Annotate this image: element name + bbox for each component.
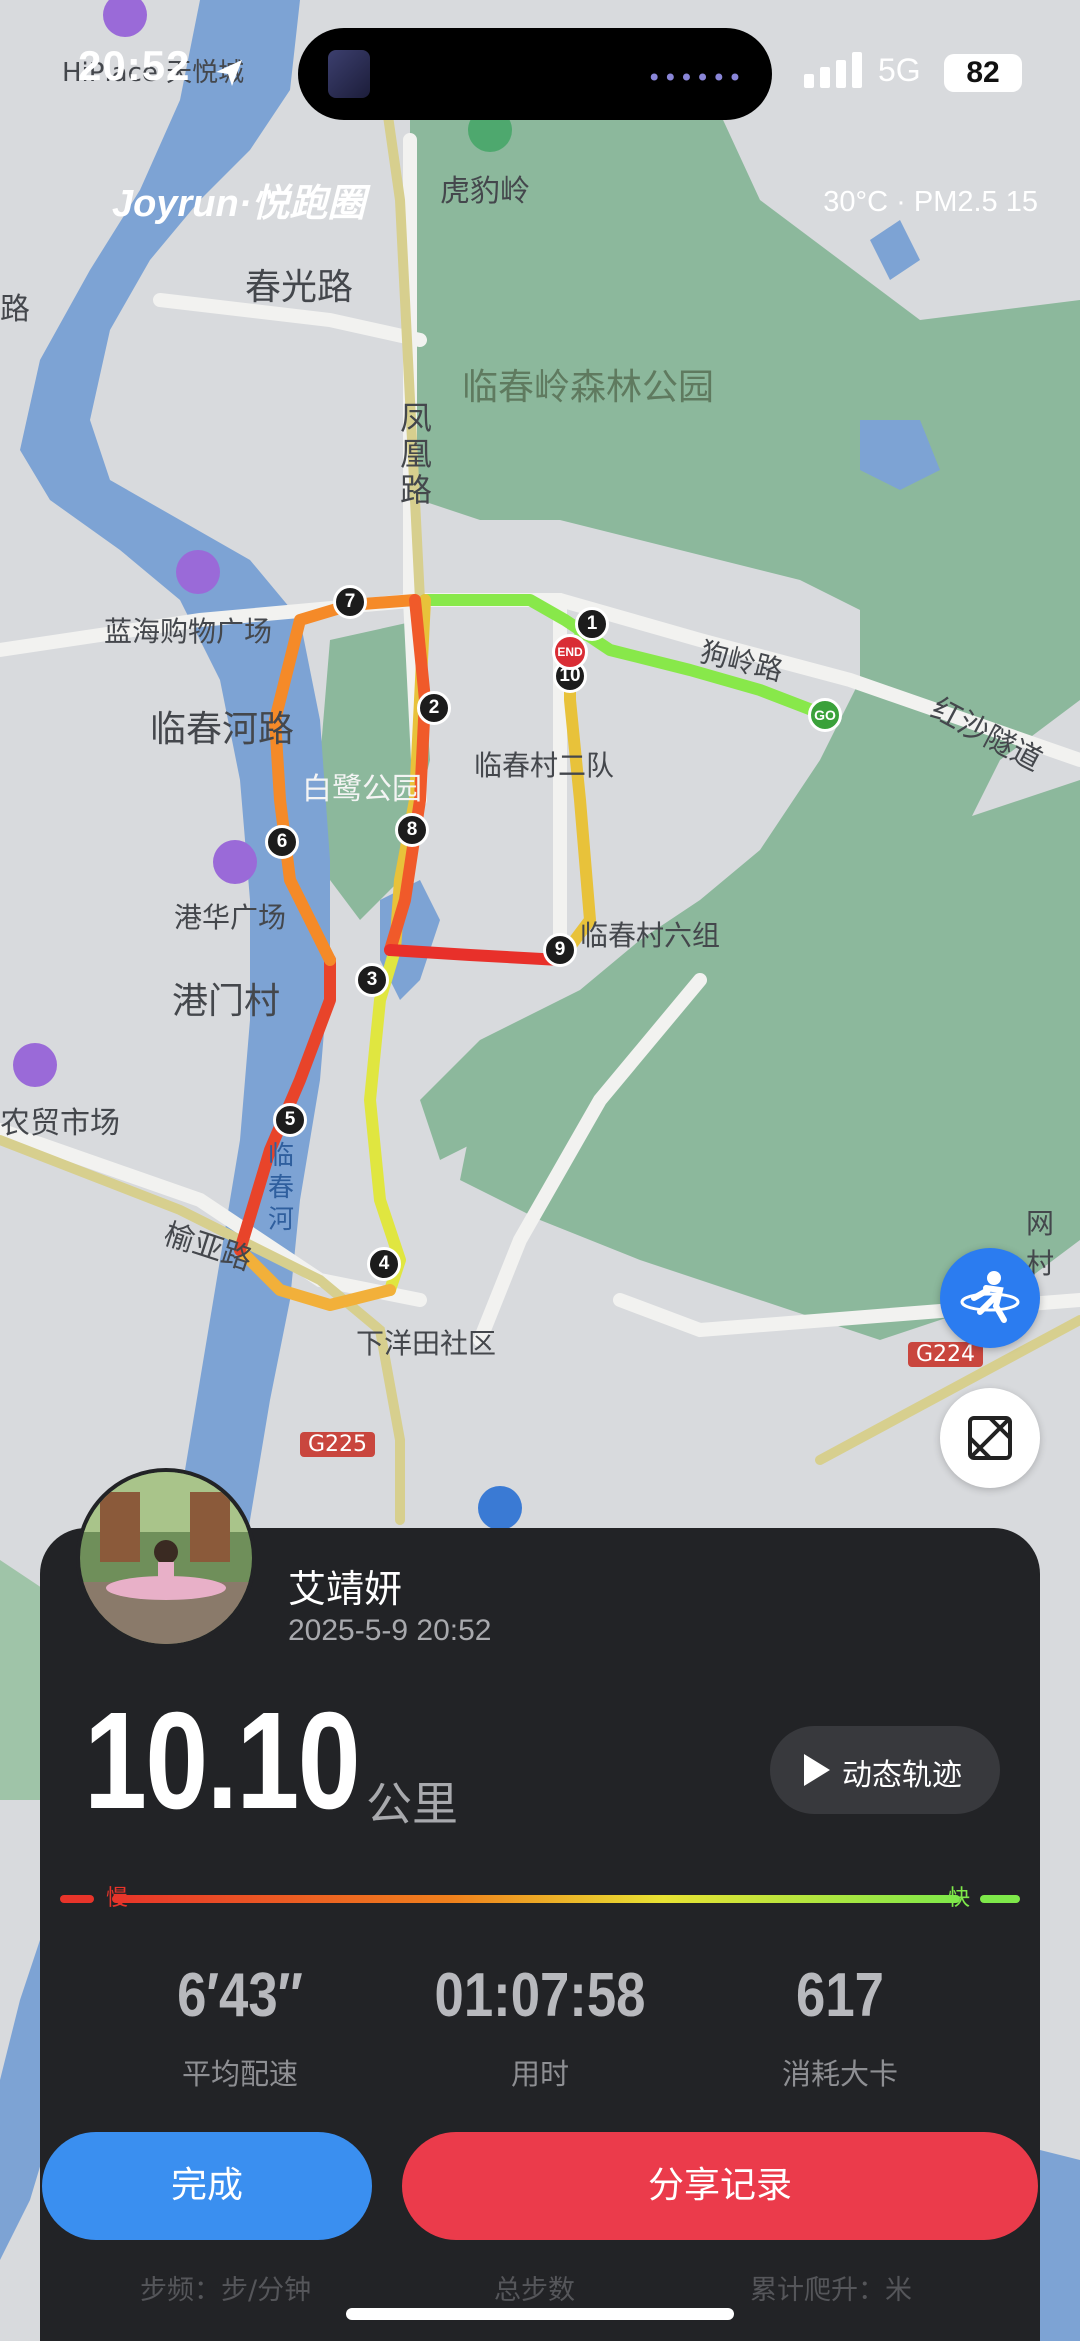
route-replay-button[interactable]: 动态轨迹: [770, 1726, 1000, 1814]
signal-icon: [804, 52, 862, 88]
now-playing-thumbnail: [328, 50, 370, 98]
route-marker-5: 5: [273, 1103, 307, 1137]
map-label-gangmen: 港门村: [172, 981, 281, 1022]
app-brand-logo: Joyrun·悦跑圈: [112, 183, 366, 225]
map-layer-icon: [968, 1416, 1012, 1460]
map-label-hubaoling: 虎豹岭: [440, 174, 530, 209]
stat-duration: 01:07:58 用时: [390, 1960, 690, 2093]
stat-value: 6′43″: [177, 1961, 303, 2030]
dynamic-island[interactable]: ••••••: [298, 28, 772, 120]
map-label-village-6: 临春村六组: [580, 919, 721, 952]
map-label-xiayangtian: 下洋田社区: [356, 1327, 497, 1360]
route-marker-4: 4: [367, 1247, 401, 1281]
route-start-marker: GO: [808, 698, 842, 732]
done-button[interactable]: 完成: [42, 2132, 372, 2240]
map-label-fenghuang-rd: 凤凰路: [400, 399, 433, 509]
extra-stat-steps: 总步数: [494, 2275, 575, 2306]
map-label-market: 农贸市场: [0, 1106, 120, 1141]
play-icon: [804, 1754, 830, 1786]
map-view-toggle-button[interactable]: [940, 1388, 1040, 1488]
map-label-lanhai: 蓝海购物广场: [104, 615, 273, 648]
map-label-ganghua: 港华广场: [174, 901, 287, 934]
route-marker-2: 2: [417, 691, 451, 725]
map-label-g225: G225: [300, 1432, 376, 1457]
stat-value: 01:07:58: [434, 1961, 646, 2030]
user-name: 艾靖妍: [288, 1567, 403, 1611]
extra-stat-cadence: 步频：步/分钟: [140, 2275, 312, 2306]
map-label-linchunhe-rd: 临春河路: [150, 709, 295, 750]
pace-fast-label: 快: [947, 1886, 970, 1911]
stat-value: 617: [796, 1961, 884, 2030]
pace-legend: 慢 快: [60, 1886, 1020, 1911]
network-type: 5G: [878, 52, 921, 88]
map-label-bailu-park: 白鹭公园: [302, 772, 422, 807]
location-arrow-icon: [216, 60, 242, 86]
route-marker-6: 6: [265, 825, 299, 859]
route-replay-label: 动态轨迹: [842, 1758, 962, 1793]
status-bar: 20:52 •••••• 5G 82: [0, 0, 1080, 150]
extra-stat-climb: 累计爬升：米: [750, 2275, 912, 2306]
battery-indicator: 82: [944, 54, 1022, 92]
route-marker-3: 3: [355, 963, 389, 997]
share-record-button[interactable]: 分享记录: [402, 2132, 1038, 2240]
map-label-village-2: 临春村二队: [474, 749, 615, 782]
route-marker-8: 8: [395, 813, 429, 847]
stat-label: 用时: [510, 2057, 569, 2091]
map-label-lu: 路: [0, 292, 30, 327]
status-time: 20:52: [78, 42, 191, 89]
map-label-river: 临春河: [268, 1141, 295, 1235]
route-marker-9: 9: [543, 933, 577, 967]
route-marker-7: 7: [333, 585, 367, 619]
route-end-marker: END: [552, 634, 588, 670]
map-label-g224: G224: [908, 1342, 984, 1367]
home-indicator[interactable]: [346, 2308, 734, 2320]
route-marker-1: 1: [575, 607, 609, 641]
avatar[interactable]: [76, 1468, 256, 1648]
map-label-chunguang-rd: 春光路: [245, 267, 354, 308]
weather-info: 30°C · PM2.5 15: [823, 186, 1038, 218]
stat-calories: 617 消耗大卡: [690, 1960, 990, 2093]
run-datetime: 2025-5-9 20:52: [288, 1614, 492, 1647]
run-mode-button[interactable]: [940, 1248, 1040, 1348]
map-label-wangcun: 网村: [1026, 1207, 1055, 1280]
stat-label: 消耗大卡: [781, 2057, 898, 2091]
runner-icon: [960, 1271, 1020, 1323]
stat-avg-pace: 6′43″ 平均配速: [90, 1960, 390, 2093]
audio-wave-icon: ••••••: [647, 64, 744, 92]
distance-value: 10.10: [84, 1684, 361, 1838]
stat-label: 平均配速: [181, 2057, 298, 2091]
distance-unit: 公里: [366, 1777, 458, 1831]
map-label-forest-park: 临春岭森林公园: [462, 367, 715, 408]
